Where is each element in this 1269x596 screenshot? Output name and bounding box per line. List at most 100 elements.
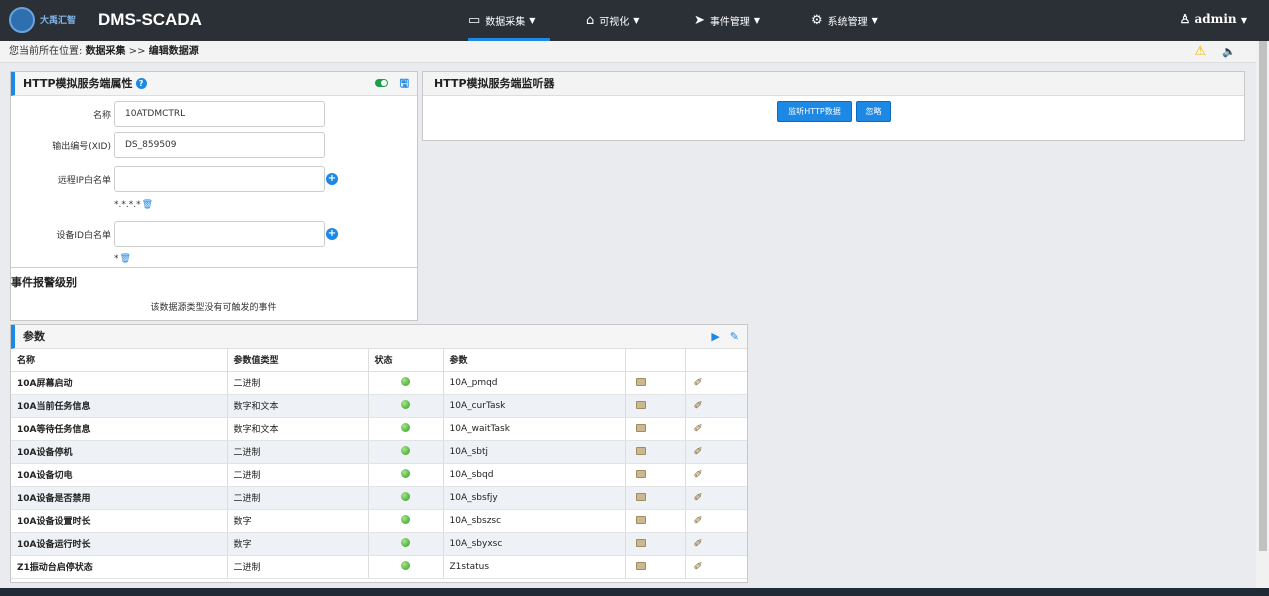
scrollbar-thumb[interactable] (1259, 41, 1267, 551)
ip-entry: *.*.*.* (114, 200, 141, 210)
status-ok-icon (400, 469, 410, 478)
param-name: 10A设备是否禁用 (11, 486, 228, 510)
param-code: 10A_sbsfjy (443, 486, 626, 510)
param-code: 10A_sbqd (443, 463, 626, 487)
param-status (368, 532, 444, 556)
http-server-properties-panel: HTTP模拟服务端属性? 🖫 名称 10ATDMCTRL 输出编号(XID) D… (10, 71, 418, 321)
param-name: 10A设备切电 (11, 463, 228, 487)
pencil-icon[interactable]: ✐ (694, 537, 703, 550)
param-status (368, 555, 444, 579)
param-name: 10A设备设置时长 (11, 509, 228, 533)
nav-system-management[interactable]: ⚙ 系统管理 ▼ (811, 0, 878, 41)
status-ok-icon (400, 400, 410, 409)
param-edit: ✐ (685, 555, 747, 579)
logo-icon (9, 7, 35, 33)
view-icon[interactable] (635, 515, 646, 524)
add-device-button[interactable]: + (326, 228, 338, 240)
chevron-down-icon: ▼ (1240, 15, 1247, 25)
param-name: 10A设备停机 (11, 440, 228, 464)
pencil-icon[interactable]: ✐ (694, 376, 703, 389)
user-icon: ♙ (1179, 12, 1195, 26)
event-alarm-title: 事件报警级别 (11, 276, 77, 289)
param-type: 二进制 (227, 371, 369, 395)
table-row: Z1振动台启停状态 二进制 Z1status ✐ (11, 555, 747, 579)
pencil-icon[interactable]: ✐ (694, 560, 703, 573)
table-row: 10A屏幕启动 二进制 10A_pmqd ✐ (11, 371, 747, 395)
trash-icon[interactable]: 🗑 (142, 200, 153, 210)
device-entry: * (114, 254, 119, 264)
pencil-icon[interactable]: ✐ (694, 422, 703, 435)
help-icon[interactable]: ? (135, 78, 147, 89)
user-menu[interactable]: ♙ admin ▼ (1180, 12, 1247, 26)
ignore-button[interactable]: 忽略 (856, 101, 891, 122)
pencil-icon[interactable]: ✐ (694, 468, 703, 481)
name-input[interactable]: 10ATDMCTRL (114, 101, 325, 127)
breadcrumb-section[interactable]: 数据采集 (86, 46, 126, 57)
nav-visualization[interactable]: ⌂ 可视化 ▼ (586, 0, 639, 41)
nav-event-management[interactable]: ➤ 事件管理 ▼ (694, 0, 760, 41)
view-icon[interactable] (635, 469, 646, 478)
trash-icon[interactable]: 🗑 (120, 254, 131, 264)
breadcrumb: 您当前所在位置: 数据采集 >> 编辑数据源 ⚠ 🔈 (0, 41, 1256, 63)
nav-label: 数据采集 (485, 17, 526, 28)
param-code: 10A_sbyxsc (443, 532, 626, 556)
pencil-icon[interactable]: ✐ (694, 514, 703, 527)
vertical-scrollbar[interactable] (1256, 41, 1269, 588)
param-view (625, 463, 686, 487)
param-view (625, 509, 686, 533)
pencil-icon[interactable]: ✐ (694, 399, 703, 412)
param-type: 数字 (227, 509, 369, 533)
top-navbar: 大禹汇智 DMS-SCADA ▭ 数据采集 ▼ ⌂ 可视化 ▼ ➤ 事件管理 ▼… (0, 0, 1269, 41)
panel-title: 参数 (23, 330, 45, 343)
param-view (625, 440, 686, 464)
speaker-icon[interactable]: 🔈 (1222, 45, 1236, 59)
name-label: 名称 (92, 111, 111, 121)
table-header-row: 名称 参数值类型 状态 参数 (11, 349, 747, 372)
ip-whitelist-row: 远程IP白名单 + (11, 166, 416, 192)
param-view (625, 486, 686, 510)
param-edit: ✐ (685, 532, 747, 556)
param-status (368, 440, 444, 464)
view-icon[interactable] (635, 492, 646, 501)
view-icon[interactable] (635, 377, 646, 386)
col-edit (685, 349, 747, 372)
chevron-down-icon: ▼ (871, 16, 878, 25)
view-icon[interactable] (635, 423, 646, 432)
enable-toggle[interactable] (374, 79, 388, 87)
ip-whitelist-input[interactable] (114, 166, 325, 192)
camera-icon: ⌂ (586, 13, 595, 28)
logo-text: 大禹汇智 (40, 16, 77, 26)
warning-icon[interactable]: ⚠ (1194, 45, 1206, 59)
param-edit: ✐ (685, 394, 747, 418)
status-ok-icon (400, 492, 410, 501)
param-type: 二进制 (227, 486, 369, 510)
add-ip-button[interactable]: + (326, 173, 338, 185)
gear-icon: ⚙ (811, 13, 823, 28)
device-whitelist-input[interactable] (114, 221, 325, 247)
col-param: 参数 (443, 349, 626, 372)
param-code: Z1status (443, 555, 626, 579)
xid-input[interactable]: DS_859509 (114, 132, 325, 158)
table-row: 10A设备是否禁用 二进制 10A_sbsfjy ✐ (11, 486, 747, 510)
device-whitelist-label: 设备ID白名单 (56, 231, 111, 241)
param-type: 二进制 (227, 440, 369, 464)
status-ok-icon (400, 446, 410, 455)
pencil-icon[interactable]: ✐ (694, 445, 703, 458)
nav-data-collection[interactable]: ▭ 数据采集 ▼ (468, 0, 550, 41)
view-icon[interactable] (635, 446, 646, 455)
save-icon[interactable]: 🖫 (400, 77, 409, 90)
param-view (625, 371, 686, 395)
send-icon: ➤ (694, 13, 705, 28)
listen-http-button[interactable]: 监听HTTP数据 (777, 101, 852, 122)
view-icon[interactable] (635, 538, 646, 547)
param-type: 二进制 (227, 555, 369, 579)
param-name: Z1振动台启停状态 (11, 555, 228, 579)
view-icon[interactable] (635, 400, 646, 409)
param-edit: ✐ (685, 463, 747, 487)
pencil-icon[interactable]: ✐ (694, 491, 703, 504)
edit-icon[interactable]: ✎ (730, 330, 739, 343)
param-name: 10A屏幕启动 (11, 371, 228, 395)
play-icon[interactable]: ▶ (711, 330, 719, 343)
view-icon[interactable] (635, 561, 646, 570)
device-whitelist-row: 设备ID白名单 + (11, 221, 416, 247)
